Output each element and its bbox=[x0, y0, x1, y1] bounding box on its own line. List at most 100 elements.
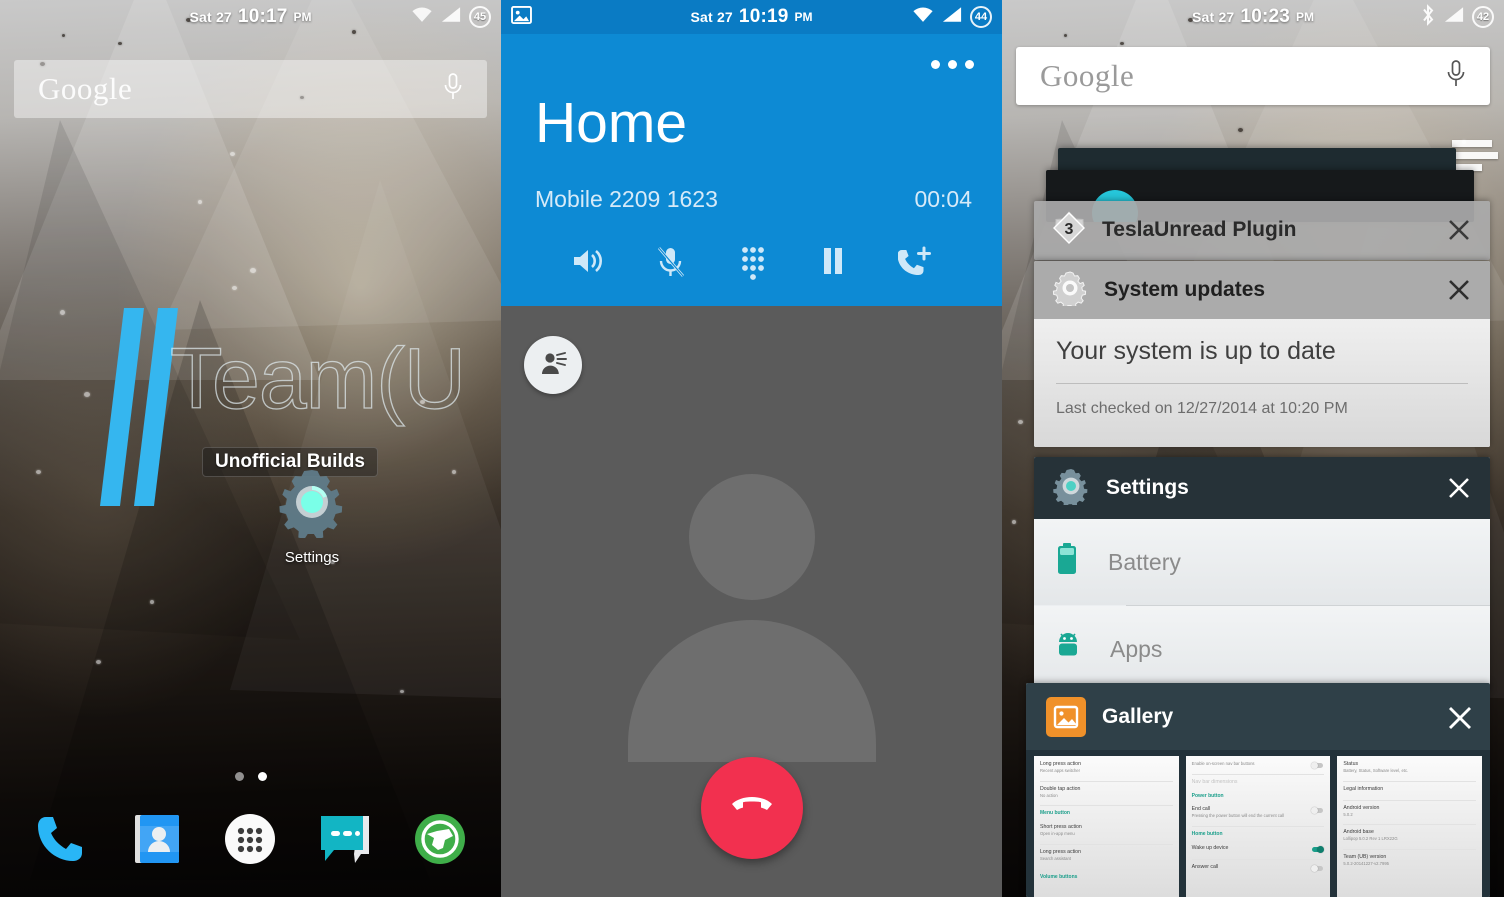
recent-apps-stack: 3 TeslaUnread Plugin System updates Your… bbox=[1002, 0, 1504, 897]
status-clock: Sat 27 10:19 PM bbox=[631, 6, 872, 28]
thumbnail-column-3: Status Battery, Status, Software level, … bbox=[1337, 756, 1483, 897]
teslaunread-icon: 3 bbox=[1052, 210, 1086, 250]
system-status-text: Your system is up to date bbox=[1056, 337, 1336, 365]
recent-card-title: Gallery bbox=[1102, 704, 1174, 728]
close-icon[interactable] bbox=[1446, 277, 1472, 303]
gallery-image-icon bbox=[1046, 696, 1086, 737]
dock-item-phone[interactable] bbox=[32, 809, 92, 874]
close-icon[interactable] bbox=[1446, 704, 1472, 730]
thumb-item-title: Long press action bbox=[1040, 848, 1081, 855]
recent-card-title: Settings bbox=[1106, 476, 1189, 499]
signal-icon bbox=[441, 6, 461, 28]
thumb-section-header: Menu button bbox=[1040, 810, 1070, 817]
dock bbox=[0, 793, 501, 889]
status-ampm: PM bbox=[1296, 10, 1315, 24]
image-notification-icon bbox=[511, 5, 532, 29]
thumb-section-header: Home button bbox=[1191, 831, 1223, 838]
pause-icon[interactable] bbox=[821, 246, 845, 285]
thumb-toggle-off bbox=[1311, 807, 1324, 815]
bluetooth-icon bbox=[1420, 3, 1436, 31]
thumb-item-sub: Open in-app menu bbox=[1040, 831, 1075, 837]
page-dot[interactable] bbox=[234, 772, 244, 781]
settings-row-label: Battery bbox=[1108, 548, 1181, 575]
microphone-icon[interactable] bbox=[441, 72, 465, 107]
thumbnail-column-1: Long press action Recent apps switcher D… bbox=[1034, 756, 1179, 897]
app-icon-settings[interactable]: Settings bbox=[252, 466, 372, 566]
status-bar-home: Sat 27 10:17 PM 45 bbox=[0, 0, 501, 34]
dock-item-app-drawer[interactable] bbox=[221, 810, 279, 873]
status-clock: Sat 27 10:17 PM bbox=[130, 6, 371, 28]
thumb-item-sub: 5.0.2 bbox=[1343, 811, 1353, 817]
contact-avatar-placeholder bbox=[603, 474, 901, 774]
settings-gear-icon bbox=[276, 470, 348, 542]
call-duration: 00:04 bbox=[914, 186, 972, 212]
thumb-item-title: Short press action bbox=[1040, 824, 1082, 831]
google-logo: Google bbox=[1040, 58, 1135, 93]
status-date: Sat 27 bbox=[690, 9, 733, 25]
thumb-section-header: Volume buttons bbox=[1040, 873, 1078, 880]
thumb-item-sub: Search assistant bbox=[1040, 855, 1071, 861]
battery-indicator: 42 bbox=[1472, 6, 1494, 28]
thumb-item-sub: 5.0.2-20141227-v2.7995 bbox=[1343, 861, 1389, 867]
mic-off-icon[interactable] bbox=[656, 246, 686, 285]
page-dot-active[interactable] bbox=[257, 772, 267, 781]
recent-card-gallery[interactable]: Gallery Long press action Recent apps sw… bbox=[1026, 683, 1490, 897]
signal-icon bbox=[1444, 6, 1464, 28]
dock-item-browser[interactable] bbox=[411, 810, 469, 873]
thumbnail-column-2: Enable on-screen nav bar buttons Nav bar… bbox=[1185, 756, 1331, 897]
status-time: 10:23 bbox=[1240, 6, 1291, 27]
voice-person-icon[interactable] bbox=[524, 336, 582, 394]
thumb-item-title: Android base bbox=[1343, 829, 1374, 836]
thumb-item-title: Status bbox=[1343, 761, 1359, 767]
dock-item-messaging[interactable] bbox=[315, 810, 375, 873]
thumb-item-sub: Battery, Status, Software level, etc. bbox=[1343, 768, 1409, 774]
battery-indicator: 44 bbox=[970, 6, 992, 28]
google-logo: Google bbox=[38, 71, 133, 106]
android-icon bbox=[1056, 632, 1080, 666]
system-updates-body: Your system is up to date Last checked o… bbox=[1034, 319, 1490, 447]
thumb-section-header: Power button bbox=[1191, 792, 1224, 799]
panel-recent-apps: Google 3 TeslaUnread Plugin System updat… bbox=[1002, 0, 1504, 897]
thumb-item-sub: Lollipop 5.0.2 Rev 1 LRX22G bbox=[1343, 836, 1398, 842]
call-action-row bbox=[501, 246, 1002, 285]
panel-home-screen: Sat 27 10:17 PM 45 Google Team(U Unoffic… bbox=[0, 0, 501, 897]
team-ub-branding: Team(U Unofficial Builds bbox=[0, 292, 501, 506]
panel-in-call-screen: Home Mobile 2209 1623 00:04 Sat 27 10:19… bbox=[501, 0, 1002, 897]
settings-row-battery[interactable]: Battery bbox=[1034, 519, 1490, 605]
close-icon[interactable] bbox=[1446, 217, 1472, 243]
thumb-item-dim: Nav bar dimensions bbox=[1191, 778, 1238, 785]
call-body bbox=[501, 306, 1002, 897]
status-date: Sat 27 bbox=[1191, 9, 1235, 25]
end-call-icon bbox=[726, 780, 778, 837]
recent-card-settings[interactable]: Settings Battery Apps bbox=[1034, 457, 1490, 691]
thumb-item-title: Answer call bbox=[1191, 863, 1219, 870]
thumb-item-title: Team (UB) version bbox=[1343, 854, 1387, 861]
google-search-widget[interactable]: Google bbox=[1016, 47, 1490, 105]
thumb-item-title: Double tap action bbox=[1040, 785, 1081, 792]
thumb-item-title: Wake up device bbox=[1191, 844, 1229, 851]
contact-number: Mobile 2209 1623 bbox=[535, 186, 718, 212]
recent-card-teslaunread[interactable]: 3 TeslaUnread Plugin bbox=[1034, 201, 1490, 260]
speaker-icon[interactable] bbox=[571, 246, 603, 285]
svg-text:3: 3 bbox=[1065, 221, 1074, 238]
add-call-icon[interactable] bbox=[897, 246, 932, 285]
microphone-icon[interactable] bbox=[1444, 59, 1468, 94]
thumb-item-title: Legal information bbox=[1343, 785, 1384, 792]
wifi-icon bbox=[912, 6, 934, 28]
close-icon[interactable] bbox=[1446, 475, 1472, 501]
status-ampm: PM bbox=[293, 10, 312, 24]
gear-icon bbox=[1052, 270, 1088, 311]
dialpad-icon[interactable] bbox=[738, 246, 768, 285]
recent-card-system-updates[interactable]: System updates Your system is up to date… bbox=[1034, 261, 1490, 447]
end-call-button[interactable] bbox=[700, 757, 803, 859]
overflow-menu-icon[interactable] bbox=[931, 60, 974, 69]
google-search-widget[interactable]: Google bbox=[14, 60, 487, 118]
settings-row-apps[interactable]: Apps bbox=[1034, 606, 1490, 691]
system-last-checked: Last checked on 12/27/2014 at 10:20 PM bbox=[1056, 400, 1348, 417]
status-date: Sat 27 bbox=[189, 9, 232, 25]
battery-icon bbox=[1056, 543, 1078, 581]
dock-item-contacts[interactable] bbox=[128, 810, 186, 873]
thumb-toggle-off bbox=[1311, 864, 1324, 872]
status-time: 10:19 bbox=[738, 6, 789, 27]
thumb-item-sub: Recent apps switcher bbox=[1040, 768, 1081, 774]
